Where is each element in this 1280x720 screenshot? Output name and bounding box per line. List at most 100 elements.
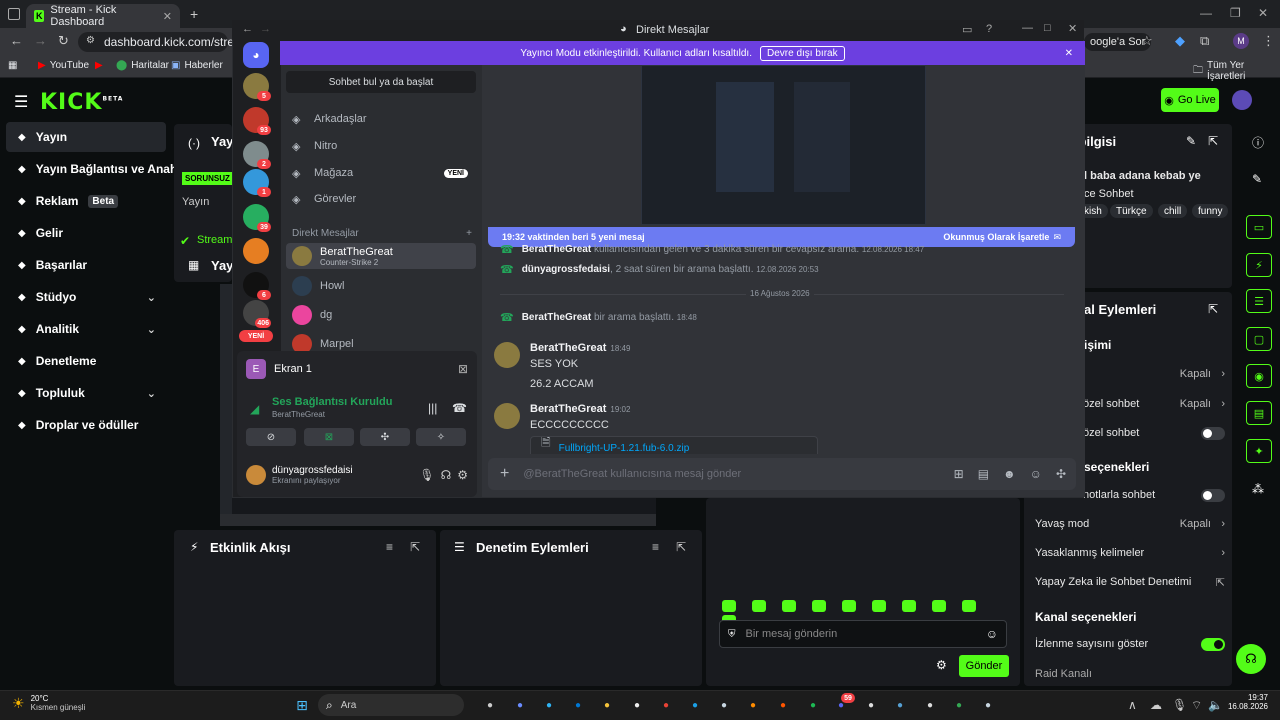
bookmark-maps[interactable]: ▶ (95, 60, 103, 71)
screen-share-button[interactable]: ⊠ (304, 428, 354, 446)
tool-info-icon[interactable]: ▤ (1246, 401, 1272, 425)
network-icon[interactable]: ⌔ (1191, 698, 1202, 713)
apps-grid-icon[interactable]: ▦ (8, 60, 17, 71)
apps-icon[interactable]: ✣ (1056, 467, 1066, 481)
sidebar-item-5[interactable]: ◆ Stüdyo ⌄ (6, 282, 166, 312)
steam-icon[interactable]: ● (714, 695, 734, 715)
sidebar-item-4[interactable]: ◆ Başarılar (6, 250, 166, 280)
discord-icon[interactable]: ● 59 (831, 693, 855, 715)
popout-icon[interactable]: ⇱ (676, 540, 686, 554)
dm-conversation[interactable]: dg (286, 302, 476, 328)
bookmark-maps-link[interactable]: ⬤ Haritalar (116, 60, 169, 71)
window-restore-icon[interactable]: ❐ (1230, 6, 1241, 20)
steam-icon[interactable]: ● (685, 695, 705, 715)
app-icon[interactable]: ● (861, 695, 881, 715)
onedrive-icon[interactable]: ☁ (1150, 698, 1162, 712)
popout-icon[interactable]: ⇱ (1208, 134, 1218, 148)
server-icon[interactable]: 2 (243, 141, 271, 169)
chat-settings-icon[interactable]: ⚙ (936, 658, 947, 672)
disable-streamer-mode-button[interactable]: Devre dışı bırak (760, 45, 845, 61)
dm-nav-2[interactable]: ◈ Mağaza YENİ (286, 160, 476, 186)
edit-icon[interactable]: ✎ (1252, 172, 1262, 186)
setting-row[interactable]: Yasaklanmış kelimeler › (1035, 547, 1225, 561)
mic-tray-icon[interactable]: 🎙 (1172, 698, 1187, 712)
help-icon[interactable]: ? (986, 23, 992, 35)
bookmark-news[interactable]: ▣ Haberler (171, 60, 223, 71)
banner-close-icon[interactable]: ✕ (1065, 48, 1073, 59)
dm-conversation[interactable]: BeratTheGreat Counter-Strike 2 (286, 243, 476, 269)
dm-search-button[interactable]: Sohbet bul ya da başlat (286, 71, 476, 93)
spotify-icon[interactable]: ● (803, 695, 823, 715)
gift-icon[interactable]: ⊞ (954, 467, 964, 481)
tab-close-icon[interactable]: ✕ (163, 10, 172, 23)
outlook-icon[interactable]: ● (568, 695, 588, 715)
dm-nav-0[interactable]: ◈ Arkadaşlar (286, 106, 476, 132)
minimize-icon[interactable]: — (1022, 22, 1033, 34)
soundboard-button[interactable]: ✧ (416, 428, 466, 446)
copilot-icon[interactable]: ● (510, 695, 530, 715)
stop-share-icon[interactable]: ⊠ (458, 362, 468, 376)
setting-toggle[interactable] (1201, 489, 1225, 502)
address-bar[interactable]: ⚙ dashboard.kick.com/stream (78, 32, 251, 52)
filter-icon[interactable]: ≡ (652, 540, 659, 554)
user-info[interactable]: dünyagrossfedaisi Ekranını paylaşıyor (272, 465, 353, 485)
forward-icon[interactable]: → (34, 33, 47, 48)
browser-tab[interactable]: K Stream - Kick Dashboard ✕ (26, 4, 180, 28)
window-close-icon[interactable]: ✕ (1258, 6, 1268, 20)
sidebar-item-8[interactable]: ◆ Topluluk ⌄ (6, 378, 166, 408)
tool-broadcast-icon[interactable]: ◉ (1246, 364, 1272, 388)
sidebar-item-0[interactable]: ◆ Yayın (6, 122, 166, 152)
window-minimize-icon[interactable]: — (1200, 6, 1212, 20)
go-live-button[interactable]: ◉ Go Live (1161, 88, 1219, 112)
setting-row[interactable]: Yapay Zeka ile Sohbet Denetimi ⇱ (1035, 576, 1225, 590)
attach-plus-icon[interactable]: + (500, 465, 509, 483)
avatar[interactable] (494, 403, 520, 429)
tool-wrench-icon[interactable]: ✦ (1246, 439, 1272, 463)
setting-row[interactable]: Yavaş mod Kapalı › (1035, 518, 1225, 532)
photos-icon[interactable]: ● (890, 695, 910, 715)
start-button[interactable]: ⊞ (292, 695, 312, 715)
bookmark-star-icon[interactable]: ☆ (1141, 33, 1153, 49)
back-icon[interactable]: ← (10, 33, 23, 48)
server-icon[interactable] (243, 238, 269, 264)
gif-icon[interactable]: ▤ (978, 467, 989, 481)
message-input[interactable]: + @BeratTheGreat kullanıcısına mesaj gön… (488, 458, 1076, 490)
tool-lightning-icon[interactable]: ⚡ (1246, 253, 1272, 277)
tray-chevron-icon[interactable]: ∧ (1128, 698, 1137, 712)
popout-icon[interactable]: ⇱ (410, 540, 420, 554)
steam-icon[interactable]: ● (978, 695, 998, 715)
sidebar-item-2[interactable]: ◆ Reklam Beta (6, 186, 166, 216)
sidebar-item-3[interactable]: ◆ Gelir (6, 218, 166, 248)
tab-search-icon[interactable] (8, 8, 20, 20)
tool-chat-icon[interactable]: ▢ (1246, 327, 1272, 351)
server-icon[interactable]: 1 (243, 169, 271, 197)
headphones-icon[interactable]: ☊ (441, 468, 452, 482)
support-button[interactable]: ☊ (1236, 644, 1266, 674)
setting-toggle[interactable] (1201, 638, 1225, 651)
server-icon[interactable]: 93 (243, 107, 271, 135)
maximize-icon[interactable]: □ (1044, 22, 1051, 34)
sidebar-item-7[interactable]: ◆ Denetleme (6, 346, 166, 376)
mic-icon[interactable]: 🎙 (419, 468, 434, 482)
message-author[interactable]: BeratTheGreat (530, 342, 606, 354)
noise-icon[interactable]: ||| (428, 401, 437, 415)
epic-games-icon[interactable]: ● (627, 695, 647, 715)
emoji-icon[interactable]: ☺ (1030, 467, 1042, 481)
server-icon[interactable]: 5 (243, 73, 271, 101)
extensions-puzzle-icon[interactable]: ⧉ (1200, 33, 1209, 49)
activities-button[interactable]: ✣ (360, 428, 410, 446)
tool-player-icon[interactable]: ▭ (1246, 215, 1272, 239)
reload-icon[interactable]: ↻ (58, 33, 69, 49)
browser-menu-icon[interactable]: ⋮ (1262, 33, 1275, 49)
app-icon[interactable]: ● (773, 695, 793, 715)
obs-icon[interactable]: ● (920, 695, 940, 715)
back-icon[interactable]: ← (242, 23, 253, 35)
chrome-profile-icon[interactable]: ● (949, 695, 969, 715)
taskbar-search[interactable]: ⌕ Ara (318, 694, 464, 716)
chat-send-button[interactable]: Gönder (959, 655, 1009, 677)
sidebar-item-6[interactable]: ◆ Analitik ⌄ (6, 314, 166, 344)
profile-avatar[interactable]: M (1233, 33, 1249, 49)
inbox-icon[interactable]: ▭ (962, 23, 972, 36)
camera-off-button[interactable]: ⊘ (246, 428, 296, 446)
tool-list-icon[interactable]: ☰ (1246, 289, 1272, 313)
